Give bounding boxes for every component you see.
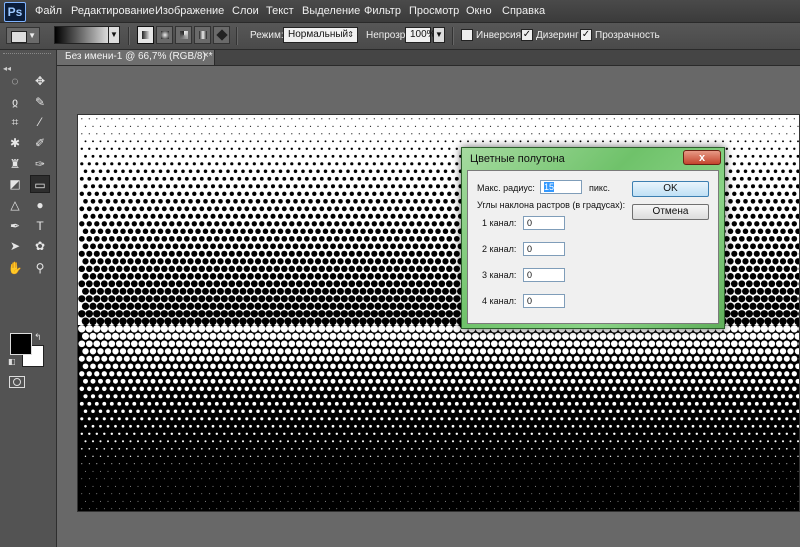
separator — [128, 27, 130, 45]
tool-preset-picker[interactable]: ▼ — [6, 27, 40, 44]
gradient-picker-dropdown[interactable]: ▼ — [108, 26, 120, 44]
menu-edit[interactable]: Редактирование — [71, 5, 155, 17]
channel-3-label: 3 канал: — [482, 270, 517, 280]
radial-gradient-button[interactable] — [156, 26, 173, 44]
channel-3-input[interactable]: 0 — [523, 268, 565, 282]
dialog-close-button[interactable]: x — [683, 150, 721, 165]
linear-gradient-button[interactable] — [137, 26, 154, 44]
gradient-tool-preset-icon — [11, 31, 27, 43]
quick-mask-icon[interactable] — [9, 376, 25, 388]
spot-healing-tool-icon[interactable]: ✱ — [5, 134, 25, 152]
dialog-body: Макс. радиус: 15 пикс. Углы наклона раст… — [467, 170, 719, 324]
document-tab-bar: Без имени-1 @ 66,7% (RGB/8) * × — [57, 50, 800, 66]
panel-grip[interactable] — [3, 53, 51, 59]
channel-4-label: 4 канал: — [482, 296, 517, 306]
inversion-label: Инверсия — [476, 30, 522, 41]
options-bar: ▼ ▼ Режим: Нормальный ⇕ Непрозр.: 100% ▼… — [0, 23, 800, 50]
marquee-tool-icon[interactable]: ◌ — [5, 72, 25, 90]
gradient-tool-icon[interactable]: ▭ — [30, 175, 50, 193]
default-colors-icon[interactable]: ◧ — [8, 357, 16, 366]
history-brush-tool-icon[interactable]: ✑ — [30, 155, 50, 173]
hand-tool-icon[interactable]: ✋ — [5, 259, 25, 277]
swap-colors-icon[interactable]: ↰ — [34, 332, 42, 343]
clone-stamp-tool-icon[interactable]: ♜ — [5, 155, 25, 173]
chevron-updown-icon: ⇕ — [347, 30, 354, 39]
dither-checkbox[interactable]: ✓ — [521, 29, 533, 41]
pen-tool-icon[interactable]: ✒ — [5, 217, 25, 235]
brush-tool-icon[interactable]: ✐ — [30, 134, 50, 152]
crop-tool-icon[interactable]: ⌗ — [5, 113, 25, 131]
path-selection-tool-icon[interactable]: ➤ — [5, 237, 25, 255]
blend-mode-value: Нормальный — [288, 29, 349, 40]
document-title: Без имени-1 @ 66,7% (RGB/8) * — [65, 51, 213, 62]
ok-button[interactable]: OK — [632, 181, 709, 197]
linear-gradient-icon — [142, 31, 150, 39]
menu-filter[interactable]: Фильтр — [364, 5, 401, 17]
photoshop-logo: Ps — [4, 2, 26, 22]
blur-tool-icon[interactable]: △ — [5, 196, 25, 214]
eraser-tool-icon[interactable]: ◩ — [5, 175, 25, 193]
menu-file[interactable]: Файл — [35, 5, 62, 17]
chevron-down-icon: ▼ — [28, 31, 36, 40]
diamond-gradient-button[interactable] — [213, 26, 230, 44]
max-radius-unit: пикс. — [589, 183, 610, 193]
dither-label: Дизеринг — [536, 30, 579, 41]
channel-1-label: 1 канал: — [482, 218, 517, 228]
transparency-checkbox[interactable]: ✓ — [580, 29, 592, 41]
eyedropper-tool-icon[interactable]: ⁄ — [30, 113, 50, 131]
angle-gradient-icon — [180, 31, 188, 39]
opacity-value: 100% — [410, 29, 436, 40]
foreground-color-swatch[interactable] — [10, 333, 32, 355]
channel-2-input[interactable]: 0 — [523, 242, 565, 256]
menu-layers[interactable]: Слои — [232, 5, 259, 17]
menu-select[interactable]: Выделение — [302, 5, 360, 17]
angle-gradient-button[interactable] — [175, 26, 192, 44]
cancel-button[interactable]: Отмена — [632, 204, 709, 220]
separator — [236, 27, 238, 45]
inversion-checkbox[interactable] — [461, 29, 473, 41]
close-icon[interactable]: × — [203, 50, 209, 61]
menu-view[interactable]: Просмотр — [409, 5, 459, 17]
color-halftone-dialog: Цветные полутона x Макс. радиус: 15 пикс… — [461, 147, 725, 329]
max-radius-value: 15 — [544, 182, 555, 192]
opacity-input[interactable]: 100% — [405, 27, 436, 43]
reflected-gradient-icon — [199, 31, 207, 39]
angles-label: Углы наклона растров (в градусах): — [477, 200, 626, 210]
reflected-gradient-button[interactable] — [194, 26, 211, 44]
document-tab[interactable]: Без имени-1 @ 66,7% (RGB/8) * × — [57, 50, 215, 65]
menu-window[interactable]: Окно — [466, 5, 492, 17]
move-tool-icon[interactable]: ✥ — [30, 72, 50, 90]
channel-1-input[interactable]: 0 — [523, 216, 565, 230]
menu-help[interactable]: Справка — [502, 5, 545, 17]
separator — [452, 27, 454, 45]
transparency-label: Прозрачность — [595, 30, 660, 41]
dodge-tool-icon[interactable]: ● — [30, 196, 50, 214]
channel-2-label: 2 канал: — [482, 244, 517, 254]
type-tool-icon[interactable]: T — [30, 217, 50, 235]
quick-selection-tool-icon[interactable]: ✎ — [30, 93, 50, 111]
blend-mode-select[interactable]: Нормальный ⇕ — [283, 27, 358, 43]
tools-panel: ◂◂ ◌ ✥ ჲ ✎ ⌗ ⁄ ✱ ✐ ♜ ✑ ◩ ▭ △ ● ✒ T ➤ ✿ ✋… — [0, 50, 57, 547]
menu-type[interactable]: Текст — [266, 5, 294, 17]
mode-label: Режим: — [250, 30, 284, 41]
max-radius-label: Макс. радиус: — [477, 183, 535, 193]
menu-bar: Ps Файл Редактирование Изображение Слои … — [0, 0, 800, 23]
channel-4-input[interactable]: 0 — [523, 294, 565, 308]
opacity-dropdown[interactable]: ▼ — [433, 27, 445, 43]
menu-image[interactable]: Изображение — [155, 5, 224, 17]
lasso-tool-icon[interactable]: ჲ — [5, 93, 25, 111]
max-radius-input[interactable]: 15 — [540, 180, 582, 194]
dialog-title: Цветные полутона — [470, 153, 565, 165]
diamond-gradient-icon — [216, 29, 228, 41]
zoom-tool-icon[interactable]: ⚲ — [30, 259, 50, 277]
radial-gradient-icon — [161, 31, 169, 39]
shape-tool-icon[interactable]: ✿ — [30, 237, 50, 255]
